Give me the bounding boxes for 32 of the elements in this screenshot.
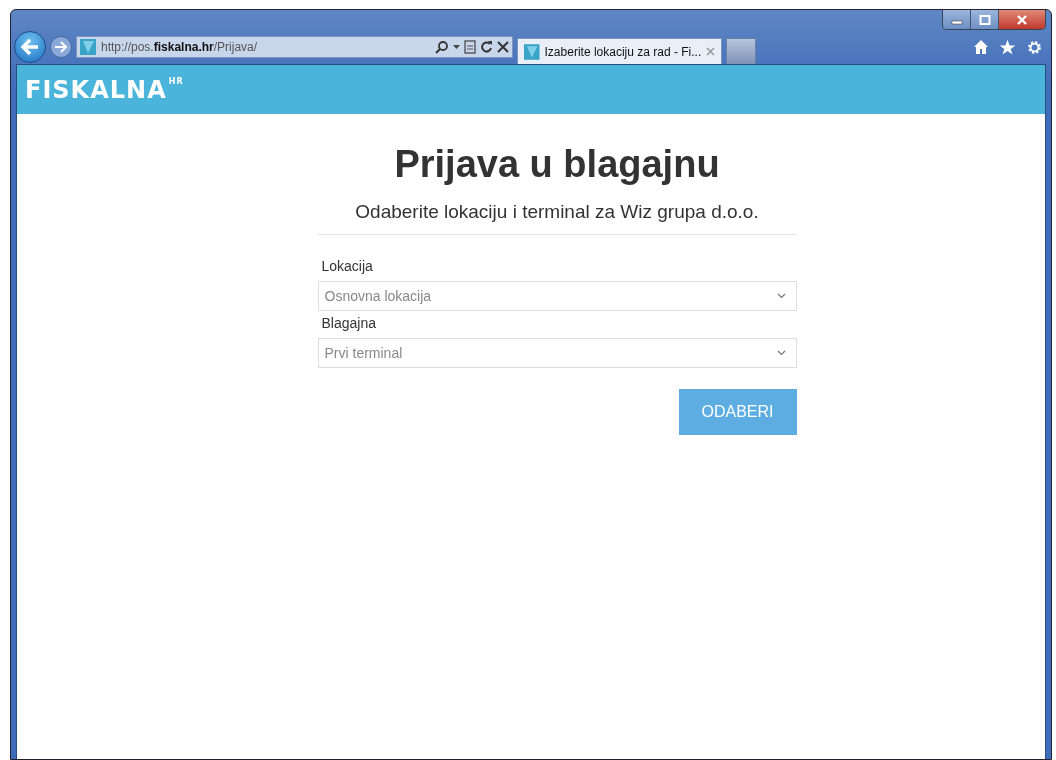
page-subtitle: Odaberite lokaciju i terminal za Wiz grupa d.o.o. — [354, 200, 760, 224]
search-icon[interactable] — [435, 40, 449, 54]
page-title: Prijava u blagajnu — [393, 142, 721, 186]
close-icon[interactable] — [497, 41, 509, 53]
select-field[interactable]: Osnovna lokacija — [317, 281, 797, 311]
chevron-down-icon — [776, 293, 786, 299]
site-icon — [80, 39, 96, 55]
maximize-icon — [978, 14, 991, 25]
select-field[interactable]: Prvi terminal — [317, 338, 797, 368]
compatibility-icon[interactable] — [464, 40, 476, 54]
dropdown-icon[interactable] — [453, 44, 460, 50]
select-button[interactable]: ODABERI — [678, 389, 797, 435]
settings-icon[interactable] — [1026, 38, 1043, 56]
field-label: Blagajna — [320, 314, 377, 332]
home-icon[interactable] — [973, 39, 989, 55]
address-bar[interactable]: http://pos.fiskalna.hr/Prijava/ — [76, 36, 513, 58]
back-arrow-icon — [20, 38, 40, 56]
url-text: http://pos.fiskalna.hr/Prijava/ — [101, 40, 258, 54]
maximize-button[interactable] — [971, 10, 999, 29]
forward-arrow-icon — [54, 41, 68, 53]
favorites-star-icon[interactable] — [999, 38, 1016, 56]
close-button[interactable] — [999, 10, 1045, 29]
browser-tab[interactable]: Izaberite lokaciju za rad - Fi... — [517, 38, 722, 64]
minimize-button[interactable] — [943, 10, 971, 29]
forward-button[interactable] — [50, 36, 72, 58]
site-icon — [524, 43, 540, 60]
refresh-icon[interactable] — [480, 40, 493, 54]
logo[interactable]: FISKALNA$^{HR}$ — [25, 75, 184, 104]
field-label: Lokacija — [320, 257, 374, 275]
back-button[interactable] — [14, 31, 46, 63]
chevron-down-icon — [776, 350, 786, 356]
close-icon — [1016, 14, 1028, 25]
